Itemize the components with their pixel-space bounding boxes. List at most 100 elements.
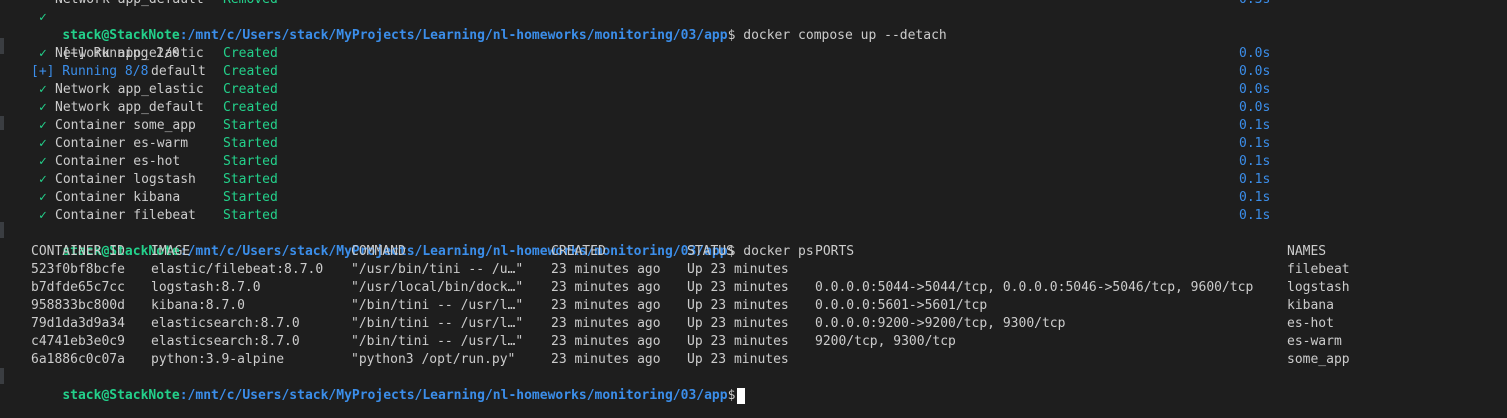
cell-status: Up 23 minutes [687,352,789,367]
resource-name: Network app_default [55,100,204,115]
prompt-symbol: $ [727,28,736,43]
cell-ports: 9200/tcp, 9300/tcp [815,334,956,349]
cell-command: "/usr/bin/tini -- /u…" [351,262,524,277]
running-status-line: [+] Running 2/0 [31,27,179,61]
running-suffix: default [151,64,206,79]
prompt-line-ps: stack@StackNote:/mnt/c/Users/stack/MyPro… [31,225,813,259]
gutter-mark [0,116,4,130]
ps-row: b7dfde65c7cc logstash:8.7.0 "/usr/local/… [31,279,1350,297]
compose-row: ✓ Network app_elastic Created 0.0s [31,45,1270,63]
cell-command: "/bin/tini -- /usr/l…" [351,334,524,349]
col-header-created: CREATED [551,244,606,259]
cell-status: Up 23 minutes [687,262,789,277]
cell-status: Up 23 minutes [687,316,789,331]
prompt-path: :/mnt/c/Users/stack/MyProjects/Learning/… [179,28,728,43]
resource-time: 0.1s [1239,118,1271,133]
resource-time: 0.0s [1239,82,1271,97]
compose-row: ✓ Container logstash Started 0.1s [31,171,1270,189]
resource-name: Container es-hot [55,154,181,169]
check-icon: ✓ [39,136,47,151]
resource-name: Network app_elastic [55,82,204,97]
cell-container-id: 79d1da3d9a34 [31,316,125,331]
compose-row: ✓ Network app_default Created 0.0s [31,99,1270,117]
check-icon: ✓ [39,100,47,115]
gutter-mark [0,368,4,384]
cell-created: 23 minutes ago [551,316,661,331]
cell-created: 23 minutes ago [551,298,661,313]
col-header-command: COMMAND [351,244,406,259]
cell-image: kibana:8.7.0 [151,298,245,313]
check-icon: ✓ [39,154,47,169]
cell-names: es-hot [1287,316,1334,331]
cell-command: "/usr/local/bin/dock…" [351,280,524,295]
resource-status: Created [223,100,278,115]
resource-time: 0.1s [1239,136,1271,151]
col-header-names: NAMES [1287,244,1327,259]
ps-row: 523f0bf8bcfe elastic/filebeat:8.7.0 "/us… [31,261,1350,279]
prompt-path: :/mnt/c/Users/stack/MyProjects/Learning/… [179,388,728,403]
cell-command: "/bin/tini -- /usr/l…" [351,298,524,313]
resource-time: 0.1s [1239,154,1271,169]
resource-status: Started [223,118,278,133]
text-cursor[interactable] [737,387,746,404]
compose-row: ✓ Container kibana Started 0.1s [31,189,1270,207]
cell-status: Up 23 minutes [687,298,789,313]
check-icon: ✓ [39,118,47,133]
resource-status: Created [223,64,278,79]
cell-command: "/bin/tini -- /usr/l…" [351,316,524,331]
gutter-mark [0,222,4,238]
compose-row: ✓ Container some_app Started 0.1s [31,117,1270,135]
terminal-window[interactable]: ✓ Network app_default Removed 0.3s stack… [0,0,1507,418]
cell-names: some_app [1287,352,1350,367]
prompt-line-current[interactable]: stack@StackNote:/mnt/c/Users/stack/MyPro… [31,369,746,404]
resource-name: Container filebeat [55,208,196,223]
cell-image: logstash:8.7.0 [151,280,261,295]
cell-container-id: b7dfde65c7cc [31,280,125,295]
ps-row: 79d1da3d9a34 elasticsearch:8.7.0 "/bin/t… [31,315,1334,333]
cell-ports: 0.0.0.0:5601->5601/tcp [815,298,988,313]
prompt-line-compose: stack@StackNote:/mnt/c/Users/stack/MyPro… [31,9,946,43]
cell-image: elasticsearch:8.7.0 [151,334,300,349]
resource-status: Started [223,154,278,169]
resource-time: 0.1s [1239,208,1271,223]
command-text: docker ps [743,244,814,259]
cell-names: es-warm [1287,334,1342,349]
col-header-ports: PORTS [815,244,855,259]
cell-created: 23 minutes ago [551,352,661,367]
compose-row: ✓ Container es-hot Started 0.1s [31,153,1270,171]
resource-time: 0.1s [1239,172,1271,187]
resource-time: 0.0s [1239,100,1271,115]
cell-names: kibana [1287,298,1334,313]
resource-name: Container logstash [55,172,196,187]
resource-status: Started [223,172,278,187]
resource-status: Started [223,208,278,223]
cell-ports: 0.0.0.0:9200->9200/tcp, 9300/tcp [815,316,1066,331]
prompt-user: stack@StackNote [62,388,180,403]
col-header-status: STATUS [687,244,734,259]
cell-image: elastic/filebeat:8.7.0 [151,262,324,277]
running-status-line: [+] Running 8/8 default Created 0.0s [31,63,1270,81]
resource-status: Started [223,136,278,151]
check-icon: ✓ [39,190,47,205]
prompt-path: :/mnt/c/Users/stack/MyProjects/Learning/… [179,244,728,259]
prompt-symbol: $ [727,388,736,403]
resource-status: Created [223,46,278,61]
col-header-container-id: CONTAINER ID [31,244,125,259]
resource-status: Created [223,82,278,97]
cell-status: Up 23 minutes [687,280,789,295]
cell-ports: 0.0.0.0:5044->5044/tcp, 0.0.0.0:5046->50… [815,280,1254,295]
ps-row: c4741eb3e0c9 elasticsearch:8.7.0 "/bin/t… [31,333,1342,351]
cell-status: Up 23 minutes [687,334,789,349]
resource-name: Network app_elastic [55,46,204,61]
cell-image: python:3.9-alpine [151,352,285,367]
resource-name: Container kibana [55,190,181,205]
resource-time: 0.3s [1239,0,1270,9]
check-icon: ✓ [39,82,47,97]
ps-row: 6a1886c0c07a python:3.9-alpine "python3 … [31,351,1350,369]
cell-container-id: 523f0bf8bcfe [31,262,125,277]
cell-created: 23 minutes ago [551,280,661,295]
compose-row: ✓ Network app_elastic Created 0.0s [31,81,1270,99]
cell-names: logstash [1287,280,1350,295]
resource-name: Network app_default [55,0,204,9]
cell-created: 23 minutes ago [551,262,661,277]
